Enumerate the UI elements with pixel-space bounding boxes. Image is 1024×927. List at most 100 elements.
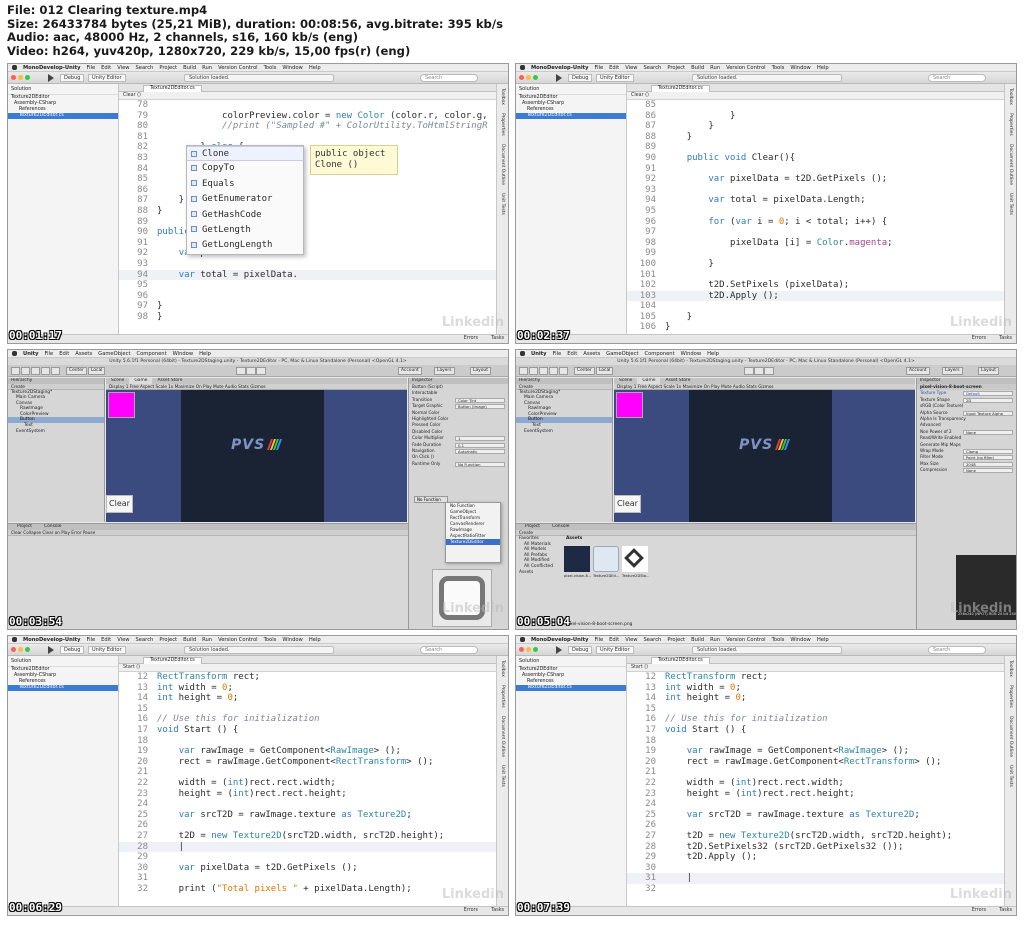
menu-file[interactable]: File <box>594 65 603 71</box>
pad-toolbox[interactable]: Toolbox <box>500 88 505 105</box>
pad-unit-tests[interactable]: Unit Tests <box>1008 193 1013 215</box>
menu-help[interactable]: Help <box>309 65 321 71</box>
errors-pad-button[interactable]: Errors <box>464 336 478 341</box>
menu-run[interactable]: Run <box>710 65 720 71</box>
tree-item[interactable]: Texture2DEditor.cs <box>516 685 626 691</box>
menu-file[interactable]: File <box>86 637 95 643</box>
menu-search[interactable]: Search <box>644 65 662 71</box>
inspector-value[interactable]: Button (Image) <box>455 404 505 410</box>
rect-tool-icon[interactable] <box>559 367 568 375</box>
menu-monodevelop-unity[interactable]: MonoDevelop-Unity <box>23 637 80 643</box>
build-config-select[interactable]: Debug <box>568 74 593 82</box>
menu-edit[interactable]: Edit <box>609 637 619 643</box>
console-toolbar[interactable]: Clear Collapse Clear on Play Error Pause <box>8 530 408 536</box>
rotate-tool-icon[interactable] <box>539 367 548 375</box>
inspector-value[interactable]: No Function <box>455 461 505 467</box>
close-window-button[interactable] <box>519 647 524 652</box>
menu-file[interactable]: File <box>553 351 562 357</box>
inspector-value[interactable]: Clamp <box>963 448 1013 454</box>
close-window-button[interactable] <box>11 75 16 80</box>
completion-item[interactable]: CopyTo <box>187 161 303 176</box>
search-input[interactable]: Search <box>420 646 478 654</box>
clear-button[interactable]: Clear <box>106 495 133 513</box>
space-toggle[interactable]: Local <box>596 367 614 375</box>
minimize-window-button[interactable] <box>526 75 531 80</box>
apple-icon[interactable] <box>12 351 17 356</box>
menu-edit[interactable]: Edit <box>567 351 577 357</box>
breadcrumb[interactable]: Clear () <box>119 92 496 100</box>
pad-unit-tests[interactable]: Unit Tests <box>500 193 505 215</box>
tasks-pad-button[interactable]: Tasks <box>491 336 504 341</box>
menu-file[interactable]: File <box>594 637 603 643</box>
menu-help[interactable]: Help <box>199 351 211 357</box>
menu-monodevelop-unity[interactable]: MonoDevelop-Unity <box>531 65 588 71</box>
menu-search[interactable]: Search <box>136 637 154 643</box>
close-window-button[interactable] <box>11 647 16 652</box>
menu-project[interactable]: Project <box>159 65 177 71</box>
menu-edit[interactable]: Edit <box>59 351 69 357</box>
apple-icon[interactable] <box>520 65 525 70</box>
errors-pad-button[interactable]: Errors <box>464 908 478 913</box>
rotate-tool-icon[interactable] <box>31 367 40 375</box>
menu-run[interactable]: Run <box>202 65 212 71</box>
inspector-value[interactable]: 2048 <box>963 461 1013 467</box>
hierarchy-item[interactable]: EventSystem <box>8 429 104 435</box>
menu-tools[interactable]: Tools <box>264 637 277 643</box>
zoom-window-button[interactable] <box>533 75 538 80</box>
completion-item[interactable]: Equals <box>187 177 303 192</box>
pad-document-outline[interactable]: Document Outline <box>500 716 505 757</box>
zoom-window-button[interactable] <box>25 647 30 652</box>
play-button[interactable] <box>236 367 246 375</box>
inspector-value[interactable]: Default <box>963 391 1013 397</box>
code-editor[interactable]: 85 86 } 87 } 88 } 89 90 public void Clear(){9… <box>627 100 1004 334</box>
menu-component[interactable]: Component <box>137 351 167 357</box>
menu-window[interactable]: Window <box>173 351 193 357</box>
menu-version-control[interactable]: Version Control <box>726 637 765 643</box>
pause-button[interactable] <box>754 367 764 375</box>
menu-file[interactable]: File <box>86 65 95 71</box>
move-tool-icon[interactable] <box>21 367 30 375</box>
apple-icon[interactable] <box>520 637 525 642</box>
build-config-select[interactable]: Debug <box>568 646 593 654</box>
inspector-value[interactable]: None <box>963 468 1013 474</box>
pad-toolbox[interactable]: Toolbox <box>1008 660 1013 677</box>
menu-tools[interactable]: Tools <box>772 637 785 643</box>
hand-tool-icon[interactable] <box>519 367 528 375</box>
inspector-value[interactable]: Input Texture Alpha <box>963 410 1013 416</box>
pivot-toggle[interactable]: Center <box>574 367 595 375</box>
menu-view[interactable]: View <box>625 65 637 71</box>
project-create-button[interactable]: Create <box>516 530 916 536</box>
inspector-value[interactable]: Color Tint <box>455 397 505 403</box>
menu-gameobject[interactable]: GameObject <box>606 351 638 357</box>
menu-run[interactable]: Run <box>202 637 212 643</box>
search-input[interactable]: Search <box>420 74 478 82</box>
menu-window[interactable]: Window <box>282 65 302 71</box>
menu-assets[interactable]: Assets <box>75 351 92 357</box>
menu-unity[interactable]: Unity <box>531 351 547 357</box>
function-context-menu[interactable]: No Function GameObject RectTransform Canvas… <box>445 502 501 563</box>
menu-build[interactable]: Build <box>183 637 196 643</box>
menu-version-control[interactable]: Version Control <box>726 65 765 71</box>
editor-tab[interactable]: Texture2DEditor.cs <box>143 657 202 664</box>
menu-gameobject[interactable]: GameObject <box>98 351 130 357</box>
completion-item[interactable]: GetEnumerator <box>187 192 303 207</box>
asset-thumbnail[interactable] <box>593 546 619 572</box>
scale-tool-icon[interactable] <box>41 367 50 375</box>
minimize-window-button[interactable] <box>526 647 531 652</box>
completion-item[interactable]: GetHashCode <box>187 208 303 223</box>
pad-properties[interactable]: Properties <box>1008 685 1013 708</box>
run-target-select[interactable]: Unity Editor <box>596 74 634 82</box>
menu-help[interactable]: Help <box>707 351 719 357</box>
step-button[interactable] <box>256 367 266 375</box>
layers-dropdown[interactable]: Layers <box>434 367 455 375</box>
asset-thumbnail[interactable] <box>622 546 648 572</box>
pad-unit-tests[interactable]: Unit Tests <box>500 765 505 787</box>
menu-run[interactable]: Run <box>710 637 720 643</box>
pad-document-outline[interactable]: Document Outline <box>1008 716 1013 757</box>
code-editor[interactable]: 12 RectTransform rect; 13 int width = 0; 14 i… <box>119 672 496 906</box>
inspector-value[interactable]: None <box>963 429 1013 435</box>
menu-window[interactable]: Window <box>790 65 810 71</box>
minimize-window-button[interactable] <box>18 647 23 652</box>
pivot-toggle[interactable]: Center <box>66 367 87 375</box>
editor-tab[interactable]: Texture2DEditor.cs <box>651 657 710 664</box>
